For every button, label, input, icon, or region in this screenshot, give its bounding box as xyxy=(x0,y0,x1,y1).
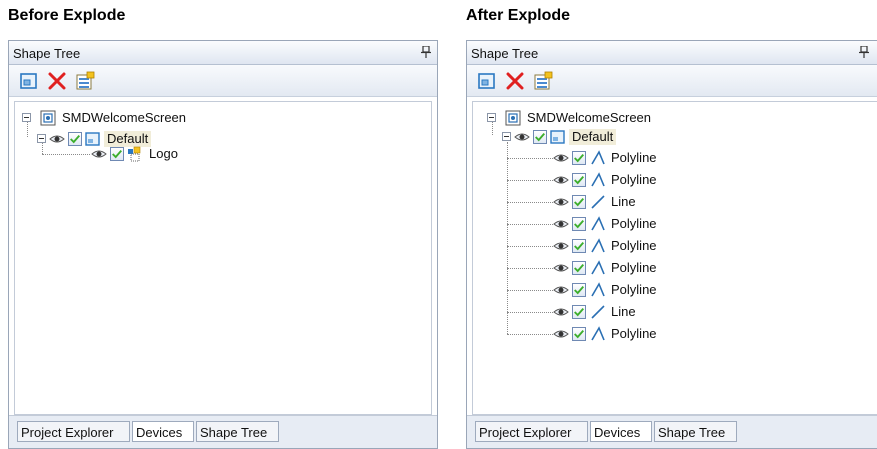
after-explode-heading: After Explode xyxy=(466,7,571,24)
tree-node-shape[interactable]: Line xyxy=(473,192,773,212)
enabled-check-icon[interactable] xyxy=(572,327,586,341)
visibility-eye-icon[interactable] xyxy=(553,326,569,342)
visibility-eye-icon[interactable] xyxy=(553,216,569,232)
visibility-eye-icon[interactable] xyxy=(553,172,569,188)
polyline-icon xyxy=(591,150,605,165)
tree-node-shape[interactable]: Polyline xyxy=(473,324,773,344)
enabled-check-icon[interactable] xyxy=(572,261,586,275)
collapse-toggle-icon[interactable] xyxy=(487,113,496,122)
screen-icon xyxy=(505,110,521,126)
visibility-eye-icon[interactable] xyxy=(553,194,569,210)
tree-node-shape[interactable]: Polyline xyxy=(473,170,773,190)
line-icon xyxy=(591,195,605,209)
tree-node-label: Logo xyxy=(149,146,178,161)
collapse-toggle-icon[interactable] xyxy=(22,113,31,122)
enabled-check-icon[interactable] xyxy=(533,130,547,144)
tab-project-explorer[interactable]: Project Explorer xyxy=(17,421,130,442)
tree-node-root[interactable]: SMDWelcomeScreen xyxy=(15,108,315,128)
group-shape-icon xyxy=(128,146,141,162)
visibility-eye-icon[interactable] xyxy=(553,304,569,320)
tab-shape-tree[interactable]: Shape Tree xyxy=(196,421,279,442)
shape-tree-toolbar xyxy=(467,65,877,97)
new-layer-icon[interactable] xyxy=(19,71,39,91)
delete-icon[interactable] xyxy=(505,71,525,91)
tab-project-explorer[interactable]: Project Explorer xyxy=(475,421,588,442)
tree-node-shape[interactable]: Polyline xyxy=(473,214,773,234)
tree-node-label: SMDWelcomeScreen xyxy=(62,110,187,125)
polyline-icon xyxy=(591,172,605,187)
visibility-eye-icon[interactable] xyxy=(553,238,569,254)
pin-icon[interactable] xyxy=(859,46,869,58)
tree-node-label: Polyline xyxy=(611,172,657,187)
enabled-check-icon[interactable] xyxy=(572,217,586,231)
tree-node-shape[interactable]: Polyline xyxy=(473,258,773,278)
enabled-check-icon[interactable] xyxy=(572,305,586,319)
tree-node-label: Polyline xyxy=(611,238,657,253)
polyline-icon xyxy=(591,238,605,253)
bottom-tab-bar: Project Explorer Devices Shape Tree xyxy=(467,415,877,448)
panel-header: Shape Tree xyxy=(9,41,437,65)
shape-tree-toolbar xyxy=(9,65,437,97)
tree-node-label: SMDWelcomeScreen xyxy=(527,110,652,125)
tab-devices[interactable]: Devices xyxy=(590,421,652,442)
panel-title: Shape Tree xyxy=(13,46,81,61)
tree-node-label: Polyline xyxy=(611,326,657,341)
new-layer-icon[interactable] xyxy=(477,71,497,91)
tree-node-label: Line xyxy=(611,194,636,209)
visibility-eye-icon[interactable] xyxy=(514,129,530,145)
shape-tree-panel-before: Shape Tree SMDWelcomeScreen Default Logo… xyxy=(8,40,438,449)
tree-node-root[interactable]: SMDWelcomeScreen xyxy=(473,108,773,128)
before-explode-heading: Before Explode xyxy=(8,7,126,24)
visibility-eye-icon[interactable] xyxy=(553,282,569,298)
tab-shape-tree[interactable]: Shape Tree xyxy=(654,421,737,442)
tree-node-label: Polyline xyxy=(611,150,657,165)
tree-node-shape[interactable]: Line xyxy=(473,302,773,322)
polyline-icon xyxy=(591,216,605,231)
tree-node-label: Line xyxy=(611,304,636,319)
tree-node-shape[interactable]: Polyline xyxy=(473,236,773,256)
enabled-check-icon[interactable] xyxy=(572,173,586,187)
shape-tree-view: SMDWelcomeScreen Default Logo xyxy=(14,101,432,415)
enabled-check-icon[interactable] xyxy=(572,283,586,297)
panel-header: Shape Tree xyxy=(467,41,877,65)
screen-icon xyxy=(40,110,56,126)
enabled-check-icon[interactable] xyxy=(572,239,586,253)
properties-icon[interactable] xyxy=(533,71,553,91)
visibility-eye-icon[interactable] xyxy=(553,150,569,166)
polyline-icon xyxy=(591,260,605,275)
pin-icon[interactable] xyxy=(421,46,431,58)
tree-node-label: Polyline xyxy=(611,282,657,297)
tree-node-layer[interactable]: Default xyxy=(473,127,773,147)
line-icon xyxy=(591,305,605,319)
shape-tree-panel-after: Shape Tree SMDWelcomeScreen Default Poly… xyxy=(466,40,877,449)
enabled-check-icon[interactable] xyxy=(572,195,586,209)
enabled-check-icon[interactable] xyxy=(572,151,586,165)
bottom-tab-bar: Project Explorer Devices Shape Tree xyxy=(9,415,437,448)
delete-icon[interactable] xyxy=(47,71,67,91)
tree-node-shape[interactable]: Polyline xyxy=(473,280,773,300)
tree-node-label: Default xyxy=(569,129,617,145)
polyline-icon xyxy=(591,326,605,341)
visibility-eye-icon[interactable] xyxy=(91,146,107,162)
collapse-toggle-icon[interactable] xyxy=(502,132,511,141)
enabled-check-icon[interactable] xyxy=(110,147,124,161)
tab-devices[interactable]: Devices xyxy=(132,421,194,442)
polyline-icon xyxy=(591,282,605,297)
visibility-eye-icon[interactable] xyxy=(553,260,569,276)
tree-node-shape[interactable]: Polyline xyxy=(473,148,773,168)
shape-tree-view: SMDWelcomeScreen Default Polyline Polylin… xyxy=(472,101,877,415)
collapse-toggle-icon[interactable] xyxy=(37,134,46,143)
tree-node-shape[interactable]: Logo xyxy=(15,144,315,164)
panel-title: Shape Tree xyxy=(471,46,539,61)
layer-icon xyxy=(550,130,565,144)
properties-icon[interactable] xyxy=(75,71,95,91)
tree-node-label: Polyline xyxy=(611,216,657,231)
tree-node-label: Polyline xyxy=(611,260,657,275)
